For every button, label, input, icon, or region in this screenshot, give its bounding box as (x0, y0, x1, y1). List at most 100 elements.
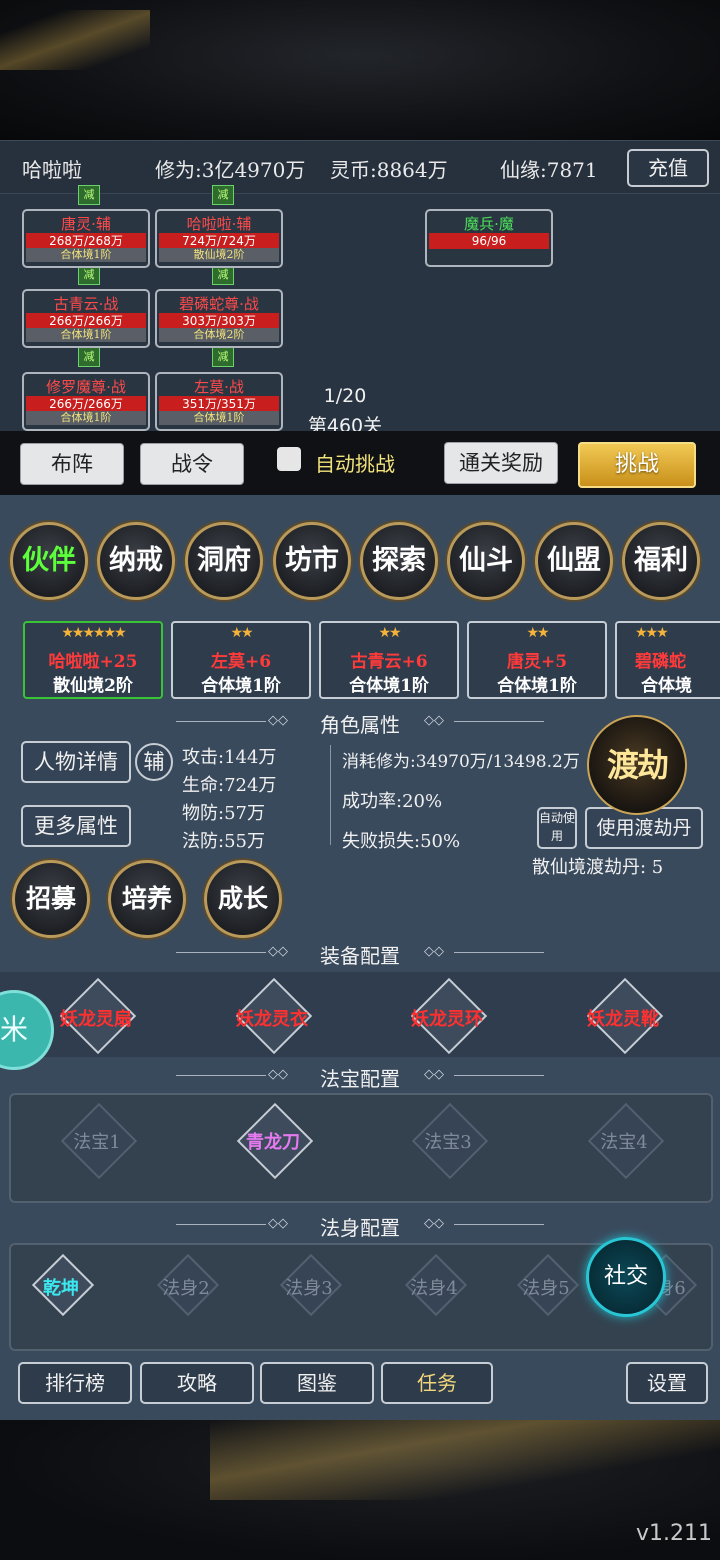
background-ornament (210, 1420, 720, 1500)
enemy-hp-bar: 96/96 (429, 233, 549, 249)
ally-unit-card[interactable]: 古青云·战 266万/266万 合体境1阶 (22, 289, 150, 348)
menu-alliance[interactable]: 仙盟 (535, 522, 613, 600)
dharma-name: 乾坤 (43, 1278, 79, 1299)
life-stat: 生命:724万 (182, 775, 277, 796)
task-button[interactable]: 任务 (381, 1362, 493, 1404)
unit-rank: 合体境1阶 (26, 411, 146, 425)
formation-button[interactable]: 布阵 (20, 443, 124, 485)
clear-reward-button[interactable]: 通关奖励 (444, 442, 558, 484)
equipment-name: 妖龙灵环 (411, 1009, 483, 1030)
partner-realm: 合体境 (641, 676, 692, 696)
unit-rank: 合体境1阶 (26, 248, 146, 262)
treasure-name: 法宝1 (73, 1132, 121, 1153)
partner-card[interactable]: ★★★ 碧磷蛇 合体境 (615, 621, 720, 699)
unit-hp-bar: 724万/724万 (159, 233, 279, 249)
auto-challenge-checkbox[interactable] (277, 447, 301, 471)
auto-challenge-label: 自动挑战 (315, 452, 395, 476)
wave-counter: 1/20 (323, 385, 367, 407)
train-button[interactable]: 培养 (108, 860, 186, 938)
tribulation-pill-count: 散仙境渡劫丹: 5 (532, 857, 664, 878)
atlas-button[interactable]: 图鉴 (260, 1362, 374, 1404)
spirit-coin-value: 灵币:8864万 (330, 158, 448, 182)
menu-partner[interactable]: 伙伴 (10, 522, 88, 600)
dharma-name: 法身4 (410, 1278, 458, 1299)
unit-name: 左莫·战 (194, 378, 244, 396)
partner-realm: 合体境1阶 (497, 676, 577, 696)
menu-explore[interactable]: 探索 (360, 522, 438, 600)
physical-defense-stat: 物防:57万 (182, 803, 265, 824)
partner-name: 哈啦啦+25 (48, 652, 138, 672)
unit-name: 唐灵·辅 (61, 215, 111, 233)
equipment-slots: 妖龙灵扇 妖龙灵衣 妖龙灵环 妖龙灵靴 (0, 972, 720, 1057)
dharma-title: 法身配置 (320, 1216, 400, 1240)
treasure-title: 法宝配置 (320, 1067, 400, 1091)
recharge-button[interactable]: 充值 (627, 149, 709, 187)
fate-value: 仙缘:7871 (500, 158, 598, 182)
reduce-icon: 减 (78, 185, 100, 205)
reduce-icon: 减 (212, 347, 234, 367)
challenge-button[interactable]: 挑战 (578, 442, 696, 488)
star-rating: ★★★★★★ (61, 625, 126, 641)
enemy-unit-card[interactable]: 魔兵·魔 96/96 (425, 209, 553, 267)
grow-button[interactable]: 成长 (204, 860, 282, 938)
partner-realm: 散仙境2阶 (53, 676, 133, 696)
divider-ornament-icon: ◇◇ (424, 1067, 444, 1082)
dharma-name: 法身2 (162, 1278, 210, 1299)
treasure-name: 法宝3 (424, 1132, 472, 1153)
ally-unit-card[interactable]: 哈啦啦·辅 724万/724万 散仙境2阶 (155, 209, 283, 268)
partner-card[interactable]: ★★★★★★ 哈啦啦+25 散仙境2阶 (23, 621, 163, 699)
guide-button[interactable]: 攻略 (140, 1362, 254, 1404)
ally-unit-card[interactable]: 唐灵·辅 268万/268万 合体境1阶 (22, 209, 150, 268)
menu-arena[interactable]: 仙斗 (447, 522, 525, 600)
partner-name: 唐灵+5 (506, 652, 568, 672)
attack-stat: 攻击:144万 (182, 747, 277, 768)
unit-rank: 散仙境2阶 (159, 248, 279, 262)
ranking-button[interactable]: 排行榜 (18, 1362, 132, 1404)
unit-rank: 合体境2阶 (159, 328, 279, 342)
more-attributes-button[interactable]: 更多属性 (21, 805, 131, 847)
menu-ring[interactable]: 纳戒 (97, 522, 175, 600)
resource-bar: 哈啦啦 修为:3亿4970万 灵币:8864万 仙缘:7871 充值 (0, 141, 720, 194)
star-rating: ★★ (378, 625, 401, 641)
menu-market[interactable]: 坊市 (273, 522, 351, 600)
auxiliary-button[interactable]: 辅 (135, 743, 173, 781)
unit-name: 修罗魔尊·战 (46, 378, 126, 396)
partner-card[interactable]: ★★ 唐灵+5 合体境1阶 (467, 621, 607, 699)
unit-hp-bar: 266万/266万 (26, 396, 146, 412)
player-name[interactable]: 哈啦啦 (22, 154, 82, 183)
cultivation-cost: 消耗修为:34970万/13498.2万 (342, 752, 580, 772)
section-divider-treasure: ◇◇ 法宝配置 ◇◇ (0, 1061, 720, 1091)
ally-unit-card[interactable]: 左莫·战 351万/351万 合体境1阶 (155, 372, 283, 431)
unit-name: 哈啦啦·辅 (186, 215, 252, 233)
menu-cave[interactable]: 洞府 (185, 522, 263, 600)
star-rating: ★★ (526, 625, 549, 641)
recruit-button[interactable]: 招募 (12, 860, 90, 938)
tribulation-button[interactable]: 渡劫 (587, 715, 687, 815)
attribute-separator (330, 745, 331, 845)
battle-pass-button[interactable]: 战令 (140, 443, 244, 485)
ally-unit-card[interactable]: 修罗魔尊·战 266万/266万 合体境1阶 (22, 372, 150, 431)
social-button[interactable]: 社交 (586, 1237, 666, 1317)
unit-hp-bar: 351万/351万 (159, 396, 279, 412)
divider-ornament-icon: ◇◇ (424, 1216, 444, 1231)
reduce-icon: 减 (212, 185, 234, 205)
success-rate: 成功率:20% (342, 791, 443, 812)
ally-unit-card[interactable]: 碧磷蛇尊·战 303万/303万 合体境2阶 (155, 289, 283, 348)
cultivation-value: 修为:3亿4970万 (155, 158, 306, 182)
auto-use-toggle[interactable]: 自动使用 (537, 807, 577, 849)
character-detail-button[interactable]: 人物详情 (21, 741, 131, 783)
partner-realm: 合体境1阶 (349, 676, 429, 696)
menu-welfare[interactable]: 福利 (622, 522, 700, 600)
section-divider-equipment: ◇◇ 装备配置 ◇◇ (0, 938, 720, 968)
partner-name: 碧磷蛇 (635, 652, 686, 672)
divider-ornament-icon: ◇◇ (424, 713, 444, 728)
settings-button[interactable]: 设置 (626, 1362, 708, 1404)
equipment-title: 装备配置 (320, 944, 400, 968)
dharma-name: 法身3 (285, 1278, 333, 1299)
unit-rank: 合体境1阶 (159, 411, 279, 425)
partner-card[interactable]: ★★ 左莫+6 合体境1阶 (171, 621, 311, 699)
unit-hp-bar: 303万/303万 (159, 313, 279, 329)
unit-hp-bar: 266万/266万 (26, 313, 146, 329)
partner-card[interactable]: ★★ 古青云+6 合体境1阶 (319, 621, 459, 699)
unit-name: 古青云·战 (53, 295, 119, 313)
